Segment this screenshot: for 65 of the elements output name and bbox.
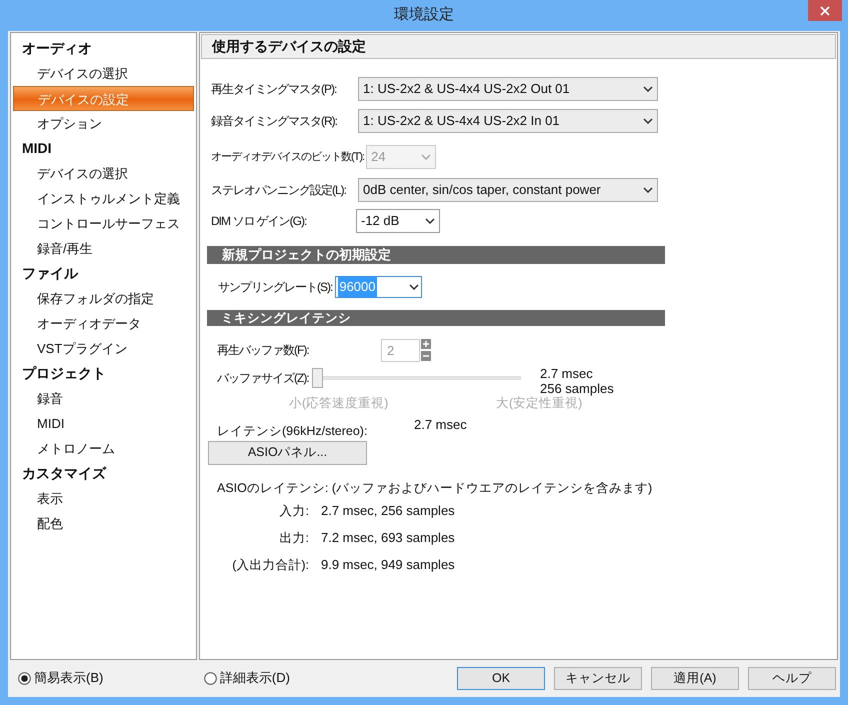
field-label: サンプリングレート(S): (218, 279, 332, 296)
caret-icon (643, 187, 653, 193)
sidebar-item[interactable]: デバイスの選択 (13, 161, 194, 186)
field-label: バッファサイズ(Z): (217, 370, 310, 387)
close-button[interactable] (808, 0, 842, 21)
spin-buttons-icon[interactable] (421, 339, 431, 361)
latency-row-value: 7.2 msec, 693 samples (321, 529, 455, 548)
sidebar-group: プロジェクト (13, 361, 194, 386)
radio-button[interactable]: 簡易表示(B) (18, 668, 204, 688)
radio-button[interactable]: 詳細表示(D) (204, 668, 457, 688)
dropdown[interactable]: 0dB center, sin/cos taper, constant power (358, 178, 658, 202)
close-icon (820, 6, 830, 16)
dropdown[interactable]: -12 dB (356, 209, 440, 233)
slider-thumb[interactable] (312, 368, 323, 388)
field-label: オーディオデバイスのビット数(T): (211, 150, 364, 165)
sidebar-item[interactable]: MIDI (13, 411, 194, 436)
sidebar-item[interactable]: オーディオデータ (13, 311, 194, 336)
caret-icon (409, 284, 420, 290)
caret-icon (643, 86, 653, 92)
sidebar-item[interactable]: 配色 (13, 511, 194, 536)
field-label: 再生バッファ数(F): (217, 342, 310, 359)
field-label: 再生タイミングマスタ(P): (211, 81, 338, 98)
sidebar-item[interactable]: 録音 (13, 386, 194, 411)
buffer-time: 2.7 msec (540, 366, 594, 381)
caret-icon (421, 154, 432, 160)
caret-icon (643, 118, 653, 124)
latency-row-label: 出力: (278, 530, 310, 547)
caret-icon (425, 218, 435, 224)
dialog-button[interactable]: キャンセル (554, 666, 642, 690)
latency-row-value: 9.9 msec, 949 samples (321, 556, 455, 574)
sidebar-group: ファイル (13, 261, 194, 286)
slider-max-label: 大(安定性重視) (496, 396, 582, 412)
latency-row-value: 2.7 msec, 256 samples (321, 502, 455, 520)
dropdown[interactable]: 1: US-2x2 & US-4x4 US-2x2 Out 01 (358, 77, 658, 101)
sidebar-group: オーディオ (13, 36, 194, 61)
field-label: 録音タイミングマスタ(R): (211, 113, 338, 130)
sidebar-item[interactable]: 録音/再生 (13, 236, 194, 261)
section-header: ミキシングレイテンシ (207, 310, 665, 326)
field-label: ステレオパンニング設定(L): (211, 182, 347, 199)
sidebar-group: MIDI (13, 136, 194, 161)
latency-row-label: 入力: (278, 502, 310, 520)
sidebar-item[interactable]: デバイスの選択 (13, 61, 194, 86)
asio-panel-button[interactable]: ASIOパネル... (208, 440, 367, 465)
latency-value: 2.7 msec (414, 416, 467, 434)
field-label: DIM ソロ ゲイン(G): (211, 213, 308, 230)
field-label: レイテンシ(96kHz/stereo): (217, 422, 368, 439)
sidebar-item[interactable]: オプション (13, 111, 194, 136)
window-title: 環境設定 (394, 5, 454, 26)
dialog-button[interactable]: 適用(A) (651, 666, 739, 690)
dialog-button[interactable]: OK (457, 666, 545, 690)
sidebar-item[interactable]: 保存フォルダの指定 (13, 286, 194, 311)
sidebar-item[interactable]: メトロノーム (13, 436, 194, 461)
sidebar-item[interactable]: VSTプラグイン (13, 336, 194, 361)
sidebar-item[interactable]: コントロールサーフェス (13, 211, 194, 236)
dropdown[interactable]: 1: US-2x2 & US-4x4 US-2x2 In 01 (358, 109, 658, 133)
section-header: 新規プロジェクトの初期設定 (207, 246, 665, 264)
latency-row-label: (入出力合計): (231, 556, 310, 574)
sidebar-item[interactable]: インストゥルメント定義 (13, 186, 194, 211)
buffer-samples: 256 samples (540, 381, 614, 396)
dialog-button[interactable]: ヘルプ (748, 666, 836, 690)
sidebar-item[interactable]: 表示 (13, 486, 194, 511)
slider-min-label: 小(応答速度重視) (289, 395, 390, 412)
asio-latency-title: ASIOのレイテンシ: (バッファおよびハードウエアのレイテンシを含みます) (217, 480, 654, 497)
panel-header: 使用するデバイスの設定 (201, 34, 836, 59)
sidebar-group: カスタマイズ (13, 461, 194, 486)
